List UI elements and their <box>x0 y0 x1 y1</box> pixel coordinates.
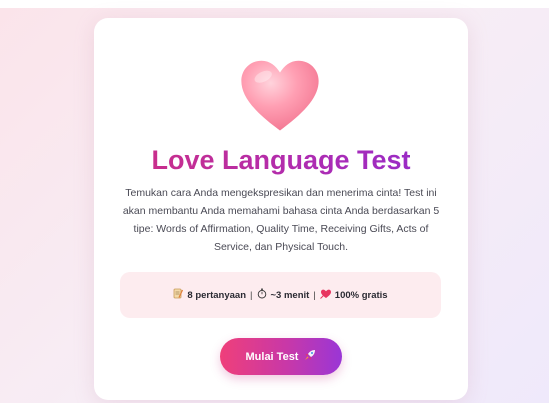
start-test-button[interactable]: Mulai Test <box>220 338 342 375</box>
info-separator: | <box>313 289 316 301</box>
top-strip <box>0 0 549 8</box>
info-duration-label: ~3 menit <box>270 289 310 301</box>
heart-icon <box>238 58 322 134</box>
info-questions: 8 pertanyaan <box>173 288 246 302</box>
info-duration: ~3 menit <box>257 288 310 302</box>
love-letter-heart-icon <box>319 288 331 302</box>
page-title: Love Language Test <box>94 142 468 178</box>
start-test-button-label: Mulai Test <box>245 350 299 363</box>
info-free: 100% gratis <box>319 288 388 302</box>
test-info-box: 8 pertanyaan | ~3 menit | 100% gratis <box>120 272 441 318</box>
page-description: Temukan cara Anda mengekspresikan dan me… <box>122 187 440 253</box>
info-separator: | <box>250 289 253 301</box>
stopwatch-icon <box>257 288 267 302</box>
info-free-label: 100% gratis <box>334 289 388 301</box>
rocket-icon <box>304 349 316 364</box>
info-questions-label: 8 pertanyaan <box>187 289 247 301</box>
intro-card: Love Language Test Temukan cara Anda men… <box>94 18 468 400</box>
memo-icon <box>173 288 184 302</box>
